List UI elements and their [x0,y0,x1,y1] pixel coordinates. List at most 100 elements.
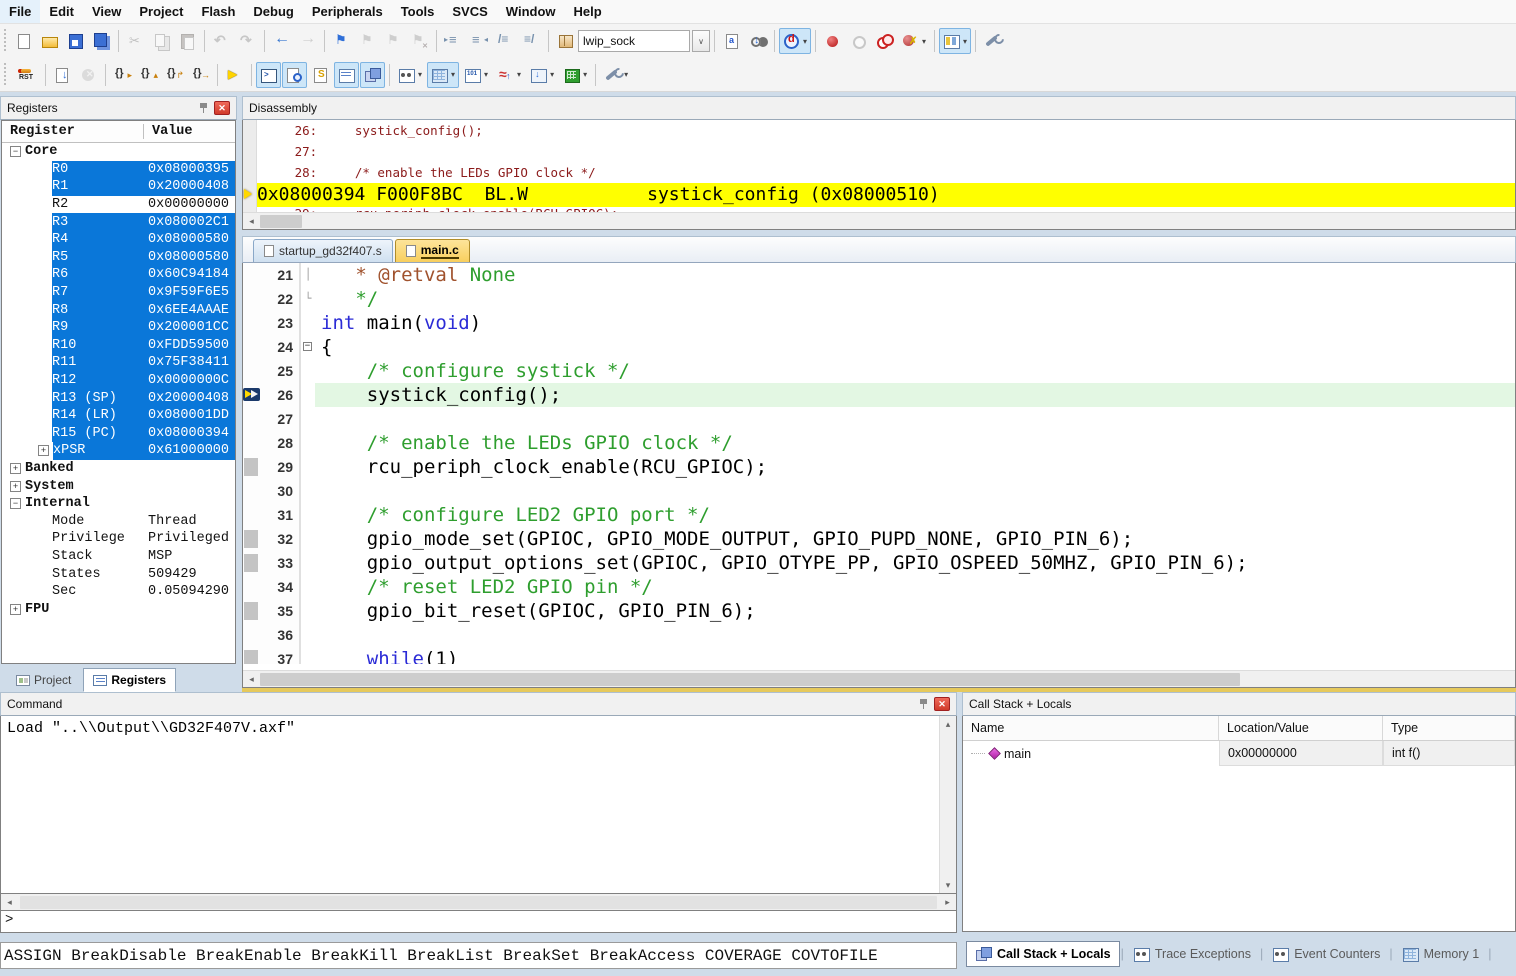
flash-options-button[interactable] [719,28,744,54]
breakpoint-margin[interactable] [243,407,261,431]
collapse-icon[interactable]: − [10,498,21,509]
comment-button[interactable] [493,28,518,54]
insert-breakpoint-button[interactable] [820,28,845,54]
register-row[interactable]: R20x00000000 [2,196,235,214]
code-line[interactable]: 22└ */ [243,287,1515,311]
code-line[interactable]: 21│ * @retval None [243,263,1515,287]
show-next-statement-button[interactable] [222,62,247,88]
code-line[interactable]: 24−{ [243,335,1515,359]
code-line[interactable]: 23int main(void) [243,311,1515,335]
fold-margin[interactable]: └ [301,287,315,311]
target-select-dropdown[interactable]: ∨ [692,30,710,52]
menu-item-project[interactable]: Project [130,0,192,23]
toolbox-button[interactable]: ▾ [559,62,591,88]
register-row[interactable]: +FPU [2,600,235,618]
expand-icon[interactable]: + [10,481,21,492]
breakpoint-margin[interactable] [243,575,261,599]
register-row[interactable]: R30x080002C1 [2,213,235,231]
breakpoint-margin[interactable] [243,503,261,527]
fold-margin[interactable] [301,599,315,623]
scroll-thumb[interactable] [260,215,302,228]
pin-icon[interactable] [918,698,930,710]
scroll-left-icon[interactable]: ◂ [243,671,260,687]
code-line[interactable]: 35 gpio_bit_reset(GPIOC, GPIO_PIN_6); [243,599,1515,623]
register-row[interactable]: Sec0.05094290 [2,583,235,601]
value-column-header[interactable]: Value [144,124,235,139]
register-row[interactable]: R70x9F59F6E5 [2,284,235,302]
disassembly-line[interactable]: 28: /* enable the LEDs GPIO clock */ [243,162,1515,183]
breakpoint-margin[interactable] [243,287,261,311]
code-line[interactable]: 32 gpio_mode_set(GPIOC, GPIO_MODE_OUTPUT… [243,527,1515,551]
register-row[interactable]: R13 (SP)0x20000408 [2,389,235,407]
analysis-windows-button[interactable]: ▾ [493,62,525,88]
fold-margin[interactable] [301,647,315,664]
step-into-button[interactable] [110,62,135,88]
undo-button[interactable] [209,28,234,54]
register-row[interactable]: R110x75F38411 [2,354,235,372]
registers-window-button[interactable] [334,62,359,88]
close-icon[interactable]: ✕ [214,101,230,115]
register-row[interactable]: R60x60C94184 [2,266,235,284]
fold-margin[interactable]: │ [301,263,315,287]
menu-item-view[interactable]: View [83,0,130,23]
disassembly-line[interactable]: 26: systick_config(); [243,120,1515,141]
register-row[interactable]: −Internal [2,495,235,513]
menu-item-flash[interactable]: Flash [192,0,244,23]
fold-margin[interactable] [301,311,315,335]
enable-disable-breakpoint-button[interactable] [846,28,871,54]
pin-icon[interactable] [198,102,210,114]
menu-item-help[interactable]: Help [565,0,611,23]
reset-cpu-button[interactable]: RST [11,62,41,88]
expand-icon[interactable]: + [38,445,49,456]
breakpoint-margin[interactable] [243,599,261,623]
fold-margin[interactable] [301,479,315,503]
scroll-thumb[interactable] [20,896,937,909]
register-row[interactable]: R40x08000580 [2,231,235,249]
menu-item-peripherals[interactable]: Peripherals [303,0,392,23]
register-row[interactable]: R10x20000408 [2,178,235,196]
register-row[interactable]: R15 (PC)0x08000394 [2,425,235,443]
menu-item-window[interactable]: Window [497,0,565,23]
breakpoint-margin[interactable] [243,359,261,383]
window-list-button[interactable]: ▾ [939,28,971,54]
fold-margin[interactable]: − [301,335,315,359]
save-file-button[interactable] [63,28,88,54]
register-row[interactable]: ModeThread [2,512,235,530]
new-file-button[interactable] [11,28,36,54]
disassembly-line[interactable]: 0x08000394 F000F8BC BL.W systick_config … [243,183,1515,207]
register-row[interactable]: StackMSP [2,548,235,566]
fold-margin[interactable] [301,383,315,407]
save-all-button[interactable] [89,28,114,54]
menu-item-edit[interactable]: Edit [40,0,83,23]
system-viewer-button[interactable]: ▾ [526,62,558,88]
cut-button[interactable] [123,28,148,54]
command-output[interactable]: Load "..\\Output\\GD32F407V.axf" [1,716,939,893]
code-area[interactable]: 21│ * @retval None22└ */23int main(void)… [243,263,1515,670]
menu-item-file[interactable]: File [0,0,40,23]
code-line[interactable]: 26 systick_config(); [243,383,1515,407]
collapse-icon[interactable]: − [10,146,21,157]
stop-button[interactable] [76,62,101,88]
fold-margin[interactable] [301,527,315,551]
call-stack-window-button[interactable] [360,62,385,88]
register-row[interactable]: PrivilegePrivileged [2,530,235,548]
prev-bookmark-button[interactable] [381,28,406,54]
serial-windows-button[interactable]: ▾ [460,62,492,88]
navigate-back-button[interactable] [269,28,294,54]
register-row[interactable]: R00x08000395 [2,161,235,179]
register-row[interactable]: −Core [2,143,235,161]
step-over-button[interactable] [136,62,161,88]
breakpoint-margin[interactable] [243,455,261,479]
code-line[interactable]: 28 /* enable the LEDs GPIO clock */ [243,431,1515,455]
bottom-tab-memory-1[interactable]: Memory 1 [1394,941,1488,967]
editor-tab-startup_gd32f407-s[interactable]: startup_gd32f407.s [253,239,393,262]
fold-margin[interactable] [301,407,315,431]
command-vscrollbar[interactable]: ▴ ▾ [939,716,956,893]
kill-all-breakpoints-button[interactable]: ▾ [898,28,930,54]
open-file-button[interactable] [37,28,62,54]
code-line[interactable]: 25 /* configure systick */ [243,359,1515,383]
bottom-tab-trace-exceptions[interactable]: Trace Exceptions [1125,941,1259,967]
scroll-left-icon[interactable]: ◂ [1,894,18,910]
uncomment-button[interactable] [519,28,544,54]
close-icon[interactable]: ✕ [934,697,950,711]
